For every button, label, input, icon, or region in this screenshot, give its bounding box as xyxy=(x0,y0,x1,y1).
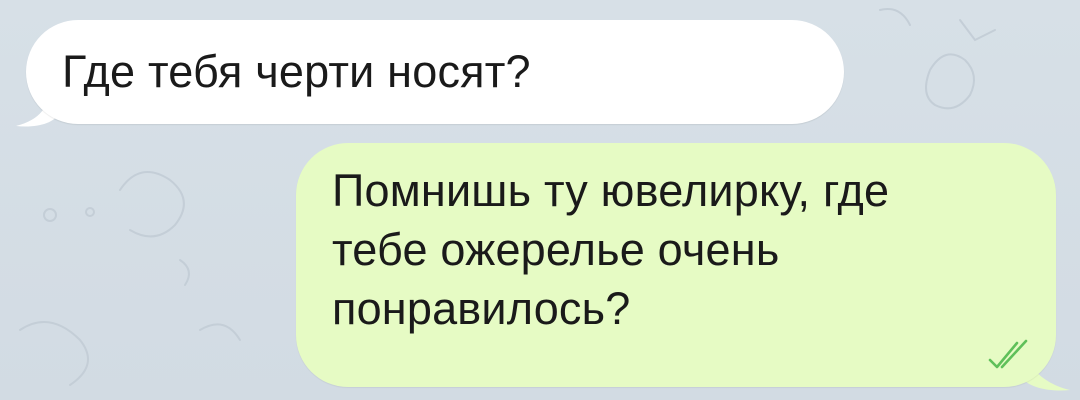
double-check-icon xyxy=(988,339,1028,369)
outgoing-message-bubble[interactable]: Помнишь ту ювелирку, где тебе ожерелье о… xyxy=(296,143,1056,387)
incoming-message-bubble[interactable]: Где тебя черти носят? xyxy=(26,20,844,124)
incoming-message-text: Где тебя черти носят? xyxy=(62,46,531,97)
outgoing-message-text: Помнишь ту ювелирку, где тебе ожерелье о… xyxy=(332,165,890,334)
